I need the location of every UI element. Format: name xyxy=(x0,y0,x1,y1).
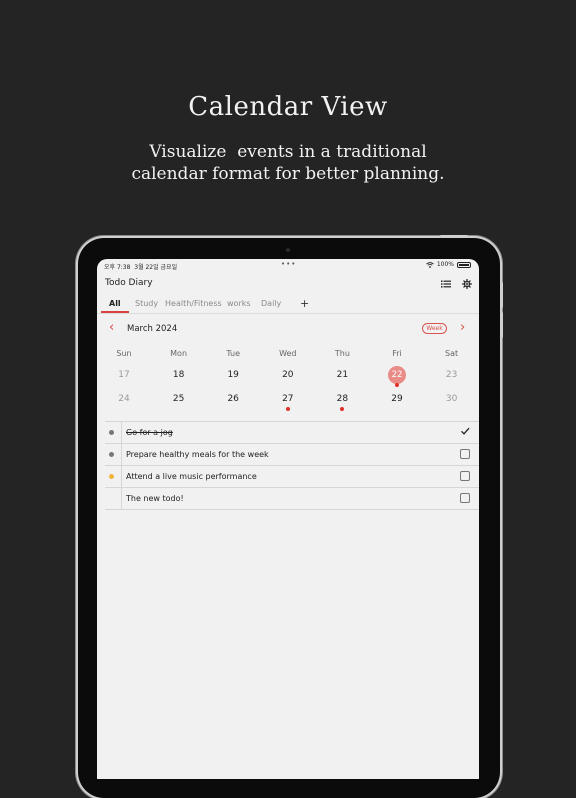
event-dot xyxy=(286,407,290,411)
app-title: Todo Diary xyxy=(105,278,153,288)
promo-subtitle: Visualize events in a traditional calend… xyxy=(0,141,576,185)
promo-subtitle-line2: calendar format for better planning. xyxy=(131,164,445,184)
tab-study[interactable]: Study xyxy=(135,299,158,308)
app-screen: 오후 7:38 3월 22일 금요일 ••• 100% Todo Diary A… xyxy=(97,259,479,779)
next-month-chevron-icon[interactable]: › xyxy=(460,321,465,335)
todo-item[interactable]: Prepare healthy meals for the week xyxy=(105,444,479,466)
tablet-camera xyxy=(286,248,290,252)
todo-text: Prepare healthy meals for the week xyxy=(126,450,269,459)
add-category-button[interactable]: + xyxy=(300,297,309,310)
category-tabs: All Study Health/Fitness works Daily + xyxy=(97,296,479,314)
todo-bullet xyxy=(109,474,114,479)
checkmark-icon[interactable] xyxy=(459,425,471,437)
weekday-tue: Tue xyxy=(226,349,241,358)
tab-health-fitness[interactable]: Health/Fitness xyxy=(165,299,222,308)
settings-button[interactable] xyxy=(460,277,474,291)
calendar-day[interactable]: 29 xyxy=(370,394,424,404)
calendar-day[interactable]: 30 xyxy=(425,394,479,404)
tablet-top-button xyxy=(440,235,468,238)
calendar-day[interactable]: 24 xyxy=(97,394,151,404)
list-view-button[interactable] xyxy=(439,277,453,291)
wifi-icon xyxy=(426,261,434,268)
weekday-mon: Mon xyxy=(170,349,188,358)
prev-month-chevron-icon[interactable]: ‹ xyxy=(109,321,114,335)
week-view-toggle[interactable]: Week xyxy=(422,323,447,334)
weekday-wed: Wed xyxy=(279,349,297,358)
todo-item[interactable]: The new todo! xyxy=(105,488,479,510)
calendar-day[interactable]: 26 xyxy=(206,394,260,404)
calendar-day[interactable]: 20 xyxy=(261,370,315,380)
battery-icon xyxy=(457,261,471,268)
calendar-day[interactable]: 27 xyxy=(261,394,315,404)
multitask-dots[interactable]: ••• xyxy=(281,260,296,268)
tablet-volume-down-button xyxy=(500,312,503,338)
calendar-header: ‹ March 2024 Week › xyxy=(97,321,479,337)
calendar-day-selected[interactable]: 22 xyxy=(388,366,406,384)
todo-text: Attend a live music performance xyxy=(126,472,257,481)
status-right: 100% xyxy=(426,261,471,268)
row-divider xyxy=(121,444,122,465)
todo-checkbox[interactable] xyxy=(460,471,470,481)
active-tab-indicator xyxy=(101,311,129,313)
promo-title: Calendar View xyxy=(188,92,388,122)
weekday-thu: Thu xyxy=(334,349,350,358)
calendar-day[interactable]: 19 xyxy=(206,370,260,380)
todo-bullet xyxy=(109,430,114,435)
weekday-sat: Sat xyxy=(445,349,459,358)
weekday-sun: Sun xyxy=(116,349,132,358)
todo-text: Go for a jog xyxy=(126,428,173,437)
todo-item[interactable]: Go for a jog xyxy=(105,422,479,444)
list-icon xyxy=(441,280,451,288)
row-divider xyxy=(121,422,122,443)
todo-text: The new todo! xyxy=(126,494,184,503)
status-time-date: 오후 7:38 3월 22일 금요일 xyxy=(104,264,178,271)
tablet-volume-up-button xyxy=(500,282,503,308)
todo-checkbox[interactable] xyxy=(460,449,470,459)
todo-checkbox[interactable] xyxy=(460,493,470,503)
tab-daily[interactable]: Daily xyxy=(261,299,281,308)
todo-item[interactable]: Attend a live music performance xyxy=(105,466,479,488)
gear-icon xyxy=(462,279,472,289)
month-label: March 2024 xyxy=(127,324,178,334)
todo-bullet xyxy=(109,452,114,457)
calendar-day[interactable]: 23 xyxy=(425,370,479,380)
todo-list: Go for a jog Prepare healthy meals for t… xyxy=(105,421,479,510)
event-dot xyxy=(395,383,399,387)
weekday-fri: Fri xyxy=(392,349,402,358)
row-divider xyxy=(121,466,122,487)
promo-subtitle-line1: Visualize events in a traditional xyxy=(149,142,427,162)
battery-percentage: 100% xyxy=(436,261,454,268)
event-dot xyxy=(340,407,344,411)
calendar-day[interactable]: 18 xyxy=(152,370,206,380)
calendar-day[interactable]: 25 xyxy=(152,394,206,404)
tab-all[interactable]: All xyxy=(109,299,121,308)
calendar-day[interactable]: 28 xyxy=(315,394,369,404)
calendar-day[interactable]: 21 xyxy=(315,370,369,380)
tab-works[interactable]: works xyxy=(227,299,251,308)
status-bar: 오후 7:38 3월 22일 금요일 ••• 100% xyxy=(97,259,479,271)
calendar-day[interactable]: 17 xyxy=(97,370,151,380)
row-divider xyxy=(121,488,122,509)
